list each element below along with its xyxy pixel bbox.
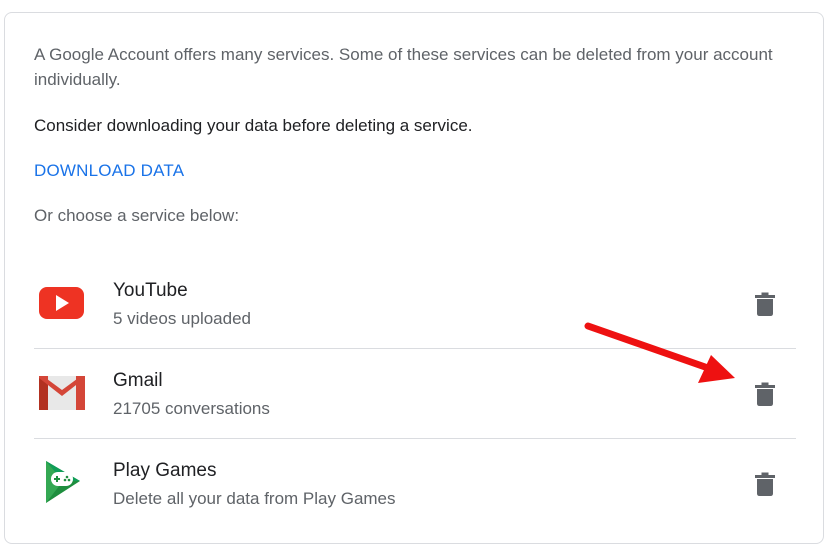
service-list: YouTube 5 videos uploaded Gmail 21705 co… bbox=[34, 259, 796, 529]
service-detail: Delete all your data from Play Games bbox=[113, 489, 396, 508]
choose-service-text: Or choose a service below: bbox=[34, 206, 240, 225]
consider-text: Consider downloading your data before de… bbox=[34, 116, 473, 135]
delete-youtube-button[interactable] bbox=[748, 287, 782, 321]
delete-service-card: A Google Account offers many services. S… bbox=[4, 12, 824, 544]
service-name: YouTube bbox=[113, 280, 188, 301]
trash-icon bbox=[755, 292, 775, 316]
play-games-logo-icon bbox=[36, 457, 86, 507]
service-name: Play Games bbox=[113, 460, 217, 481]
youtube-logo-icon bbox=[36, 277, 86, 327]
intro-text: A Google Account offers many services. S… bbox=[34, 45, 773, 89]
service-detail: 5 videos uploaded bbox=[113, 309, 252, 328]
delete-play-games-button[interactable] bbox=[748, 467, 782, 501]
annotation-arrow-icon bbox=[584, 322, 735, 383]
service-detail: 21705 conversations bbox=[113, 399, 270, 418]
trash-icon bbox=[755, 472, 775, 496]
trash-icon bbox=[755, 382, 775, 406]
service-row-play-games: Play Games Delete all your data from Pla… bbox=[34, 439, 796, 529]
download-data-link[interactable]: DOWNLOAD DATA bbox=[34, 158, 184, 183]
gmail-logo-icon bbox=[36, 367, 86, 417]
delete-gmail-button[interactable] bbox=[748, 377, 782, 411]
service-name: Gmail bbox=[113, 370, 163, 391]
